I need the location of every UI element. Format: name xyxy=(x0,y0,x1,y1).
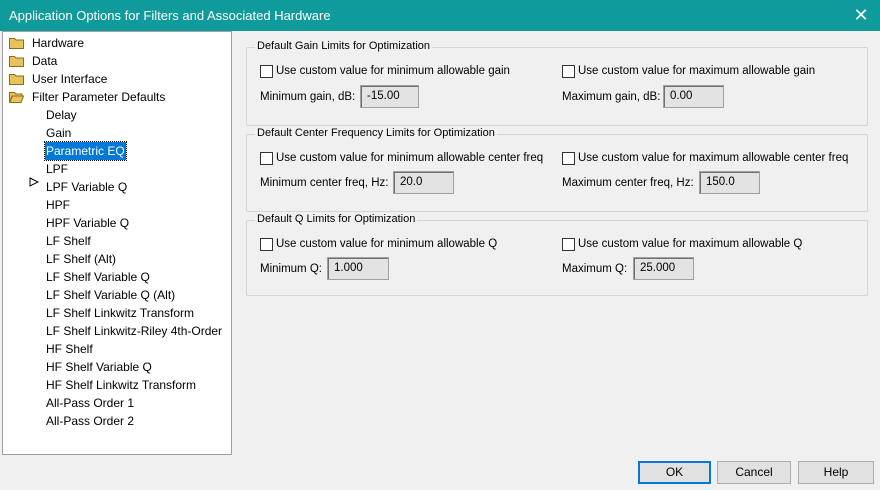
q-limits-group: Default Q Limits for Optimization Use cu… xyxy=(246,213,868,296)
custom-min-freq-checkbox[interactable]: Use custom value for minimum allowable c… xyxy=(260,150,543,166)
title-bar: Application Options for Filters and Asso… xyxy=(0,0,880,31)
max-freq-field[interactable]: 150.0 xyxy=(699,171,760,194)
tree-item-label: Gain xyxy=(46,126,72,140)
tree-item-label: LPF Variable Q xyxy=(46,180,128,194)
tree-item-label: LPF xyxy=(46,162,69,176)
tree-item-label: LF Shelf xyxy=(46,234,91,248)
tree-item-label: HPF xyxy=(46,198,70,212)
close-icon[interactable]: ✕ xyxy=(850,4,872,26)
tree-item-label: Filter Parameter Defaults xyxy=(32,90,166,104)
tree-item-label: Parametric EQ xyxy=(44,141,127,161)
tree-item-label: All-Pass Order 1 xyxy=(46,396,135,410)
min-gain-label: Minimum gain, dB: xyxy=(260,91,356,103)
tree-item-label: All-Pass Order 2 xyxy=(46,414,135,428)
tree-item-label: LF Shelf Variable Q (Alt) xyxy=(46,288,176,302)
tree-item-label: HF Shelf Variable Q xyxy=(46,360,152,374)
current-item-arrow-icon xyxy=(29,177,39,187)
tree-item-label: HF Shelf xyxy=(46,342,93,356)
min-freq-field[interactable]: 20.0 xyxy=(393,171,454,194)
group-title: Default Center Frequency Limits for Opti… xyxy=(255,127,497,139)
folder-icon xyxy=(9,74,24,85)
settings-panel: Default Gain Limits for Optimization Use… xyxy=(232,31,878,455)
max-gain-label: Maximum gain, dB: xyxy=(562,91,661,103)
custom-max-q-checkbox[interactable]: Use custom value for maximum allowable Q xyxy=(562,236,802,252)
window-title: Application Options for Filters and Asso… xyxy=(9,8,331,23)
tree-item-label: LF Shelf (Alt) xyxy=(46,252,117,266)
tree-item-label: LF Shelf Linkwitz-Riley 4th-Order xyxy=(46,324,223,338)
min-q-field[interactable]: 1.000 xyxy=(327,257,389,280)
folder-icon xyxy=(9,56,24,67)
group-title: Default Q Limits for Optimization xyxy=(255,213,418,225)
custom-min-gain-checkbox[interactable]: Use custom value for minimum allowable g… xyxy=(260,63,510,79)
group-title: Default Gain Limits for Optimization xyxy=(255,40,433,52)
cancel-button[interactable]: Cancel xyxy=(717,461,791,484)
tree-item-label: Delay xyxy=(46,108,77,122)
max-q-field[interactable]: 25.000 xyxy=(633,257,694,280)
options-tree[interactable]: Hardware Data User Interface Filter Para… xyxy=(2,31,232,455)
custom-max-freq-checkbox[interactable]: Use custom value for maximum allowable c… xyxy=(562,150,848,166)
folder-icon xyxy=(9,38,24,49)
custom-max-gain-checkbox[interactable]: Use custom value for maximum allowable g… xyxy=(562,63,815,79)
center-freq-limits-group: Default Center Frequency Limits for Opti… xyxy=(246,127,868,212)
custom-min-q-checkbox[interactable]: Use custom value for minimum allowable Q xyxy=(260,236,497,252)
max-gain-field[interactable]: 0.00 xyxy=(663,85,724,108)
tree-item-label: HPF Variable Q xyxy=(46,216,130,230)
open-folder-icon xyxy=(9,92,24,103)
min-gain-field[interactable]: -15.00 xyxy=(360,85,419,108)
min-freq-label: Minimum center freq, Hz: xyxy=(260,177,389,189)
max-q-label: Maximum Q: xyxy=(562,263,628,275)
tree-item-label: Data xyxy=(32,54,58,68)
gain-limits-group: Default Gain Limits for Optimization Use… xyxy=(246,40,868,126)
ok-button[interactable]: OK xyxy=(638,461,711,484)
tree-item-label: LF Shelf Variable Q xyxy=(46,270,150,284)
dialog-footer: OK Cancel Help xyxy=(0,455,880,490)
tree-item-label: HF Shelf Linkwitz Transform xyxy=(46,378,197,392)
min-q-label: Minimum Q: xyxy=(260,263,322,275)
tree-item-label: User Interface xyxy=(32,72,108,86)
tree-item-label: Hardware xyxy=(32,36,85,50)
tree-item-label: LF Shelf Linkwitz Transform xyxy=(46,306,195,320)
help-button[interactable]: Help xyxy=(798,461,874,484)
max-freq-label: Maximum center freq, Hz: xyxy=(562,177,694,189)
